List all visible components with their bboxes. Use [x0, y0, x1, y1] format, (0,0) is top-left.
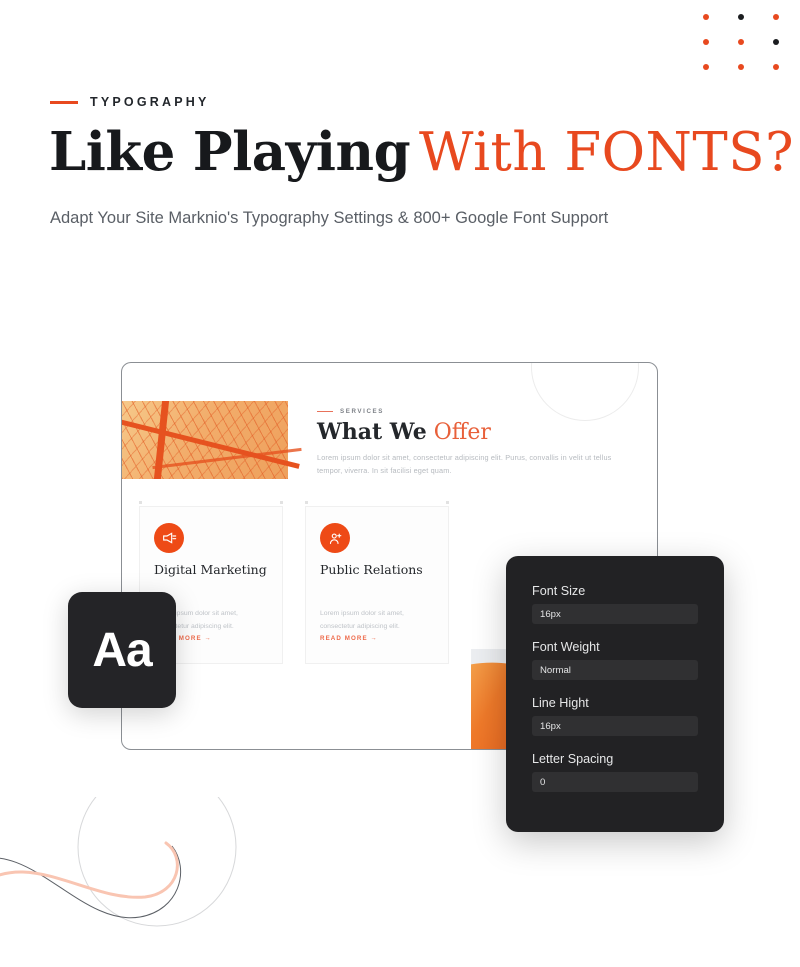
- frame-circle-decoration: [531, 363, 639, 421]
- mockup-lede-text: Lorem ipsum dolor sit amet, consectetur …: [317, 453, 612, 476]
- decorative-dot: [773, 39, 779, 45]
- decorative-dot: [773, 14, 779, 20]
- service-card[interactable]: Public Relations Lorem ipsum dolor sit a…: [305, 501, 449, 664]
- decorative-dot: [738, 14, 744, 20]
- decorative-dot: [738, 64, 744, 70]
- aa-tile-label: Aa: [92, 623, 152, 677]
- section-eyebrow: TYPOGRAPHY: [50, 95, 210, 109]
- card-title: Public Relations: [320, 562, 423, 577]
- mockup-heading-primary: What We: [317, 419, 427, 445]
- dot-grid-decoration: [0, 0, 800, 100]
- settings-field-input[interactable]: 16px: [532, 604, 698, 624]
- typography-settings-panel: Font Size 16px Font Weight Normal Line Hight…: [506, 556, 724, 832]
- settings-field-label: Font Size: [532, 584, 586, 598]
- add-person-icon: [320, 523, 350, 553]
- megaphone-icon: [154, 523, 184, 553]
- settings-field-label: Letter Spacing: [532, 752, 614, 766]
- swirl-decoration: [0, 797, 237, 927]
- headline-accent: With FONTS?: [419, 122, 794, 183]
- typography-aa-tile: Aa: [68, 592, 176, 708]
- eyebrow-label: TYPOGRAPHY: [90, 95, 210, 109]
- page-title: Like Playing With FONTS?: [49, 122, 794, 183]
- card-title: Digital Marketing: [154, 562, 267, 577]
- decorative-dot: [738, 39, 744, 45]
- settings-field-input[interactable]: 16px: [532, 716, 698, 736]
- read-more-link[interactable]: READ MORE →: [320, 635, 378, 642]
- decorative-dot: [703, 64, 709, 70]
- decorative-dot: [773, 64, 779, 70]
- settings-field-input[interactable]: Normal: [532, 660, 698, 680]
- card-corner-marker: [139, 501, 142, 504]
- settings-field: Font Weight Normal: [532, 640, 698, 680]
- card-text: Lorem ipsum dolor sit amet, consectetur …: [320, 610, 404, 631]
- mockup-heading: What We Offer: [317, 419, 491, 445]
- mockup-eyebrow-label: SERVICES: [340, 408, 384, 415]
- settings-field-input[interactable]: 0: [532, 772, 698, 792]
- mockup-eyebrow-dash-icon: [317, 410, 333, 413]
- mockup-eyebrow: SERVICES: [317, 408, 384, 415]
- card-corner-marker: [280, 501, 283, 504]
- eyebrow-dash-icon: [50, 100, 78, 104]
- decorative-dot: [703, 14, 709, 20]
- leaf-hero-image: [122, 401, 302, 479]
- settings-field: Line Hight 16px: [532, 696, 698, 736]
- headline-primary: Like Playing: [49, 121, 411, 183]
- card-corner-marker: [305, 501, 308, 504]
- settings-field: Letter Spacing 0: [532, 752, 698, 792]
- settings-field-label: Font Weight: [532, 640, 600, 654]
- page-subtitle: Adapt Your Site Marknio's Typography Set…: [50, 209, 609, 227]
- card-corner-marker: [446, 501, 449, 504]
- settings-field: Font Size 16px: [532, 584, 698, 624]
- page-root: TYPOGRAPHY Like Playing With FONTS? Adap…: [0, 0, 800, 967]
- decorative-dot: [703, 39, 709, 45]
- settings-field-label: Line Hight: [532, 696, 589, 710]
- mockup-heading-accent: Offer: [433, 420, 491, 445]
